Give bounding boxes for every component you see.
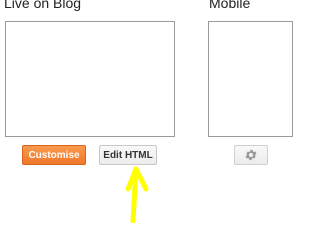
- customise-button[interactable]: Customise: [22, 145, 86, 165]
- mobile-preview-thumbnail[interactable]: [208, 21, 293, 137]
- gear-icon: [244, 148, 258, 162]
- blog-preview-thumbnail[interactable]: [5, 21, 175, 137]
- mobile-heading: Mobile: [209, 0, 251, 11]
- template-layout-panel: Live on Blog Mobile Customise Edit HTML: [0, 0, 320, 224]
- edit-html-button[interactable]: Edit HTML: [99, 145, 157, 165]
- live-on-blog-heading: Live on Blog: [4, 0, 82, 11]
- mobile-settings-button[interactable]: [234, 145, 268, 165]
- up-arrow-icon: [118, 165, 154, 228]
